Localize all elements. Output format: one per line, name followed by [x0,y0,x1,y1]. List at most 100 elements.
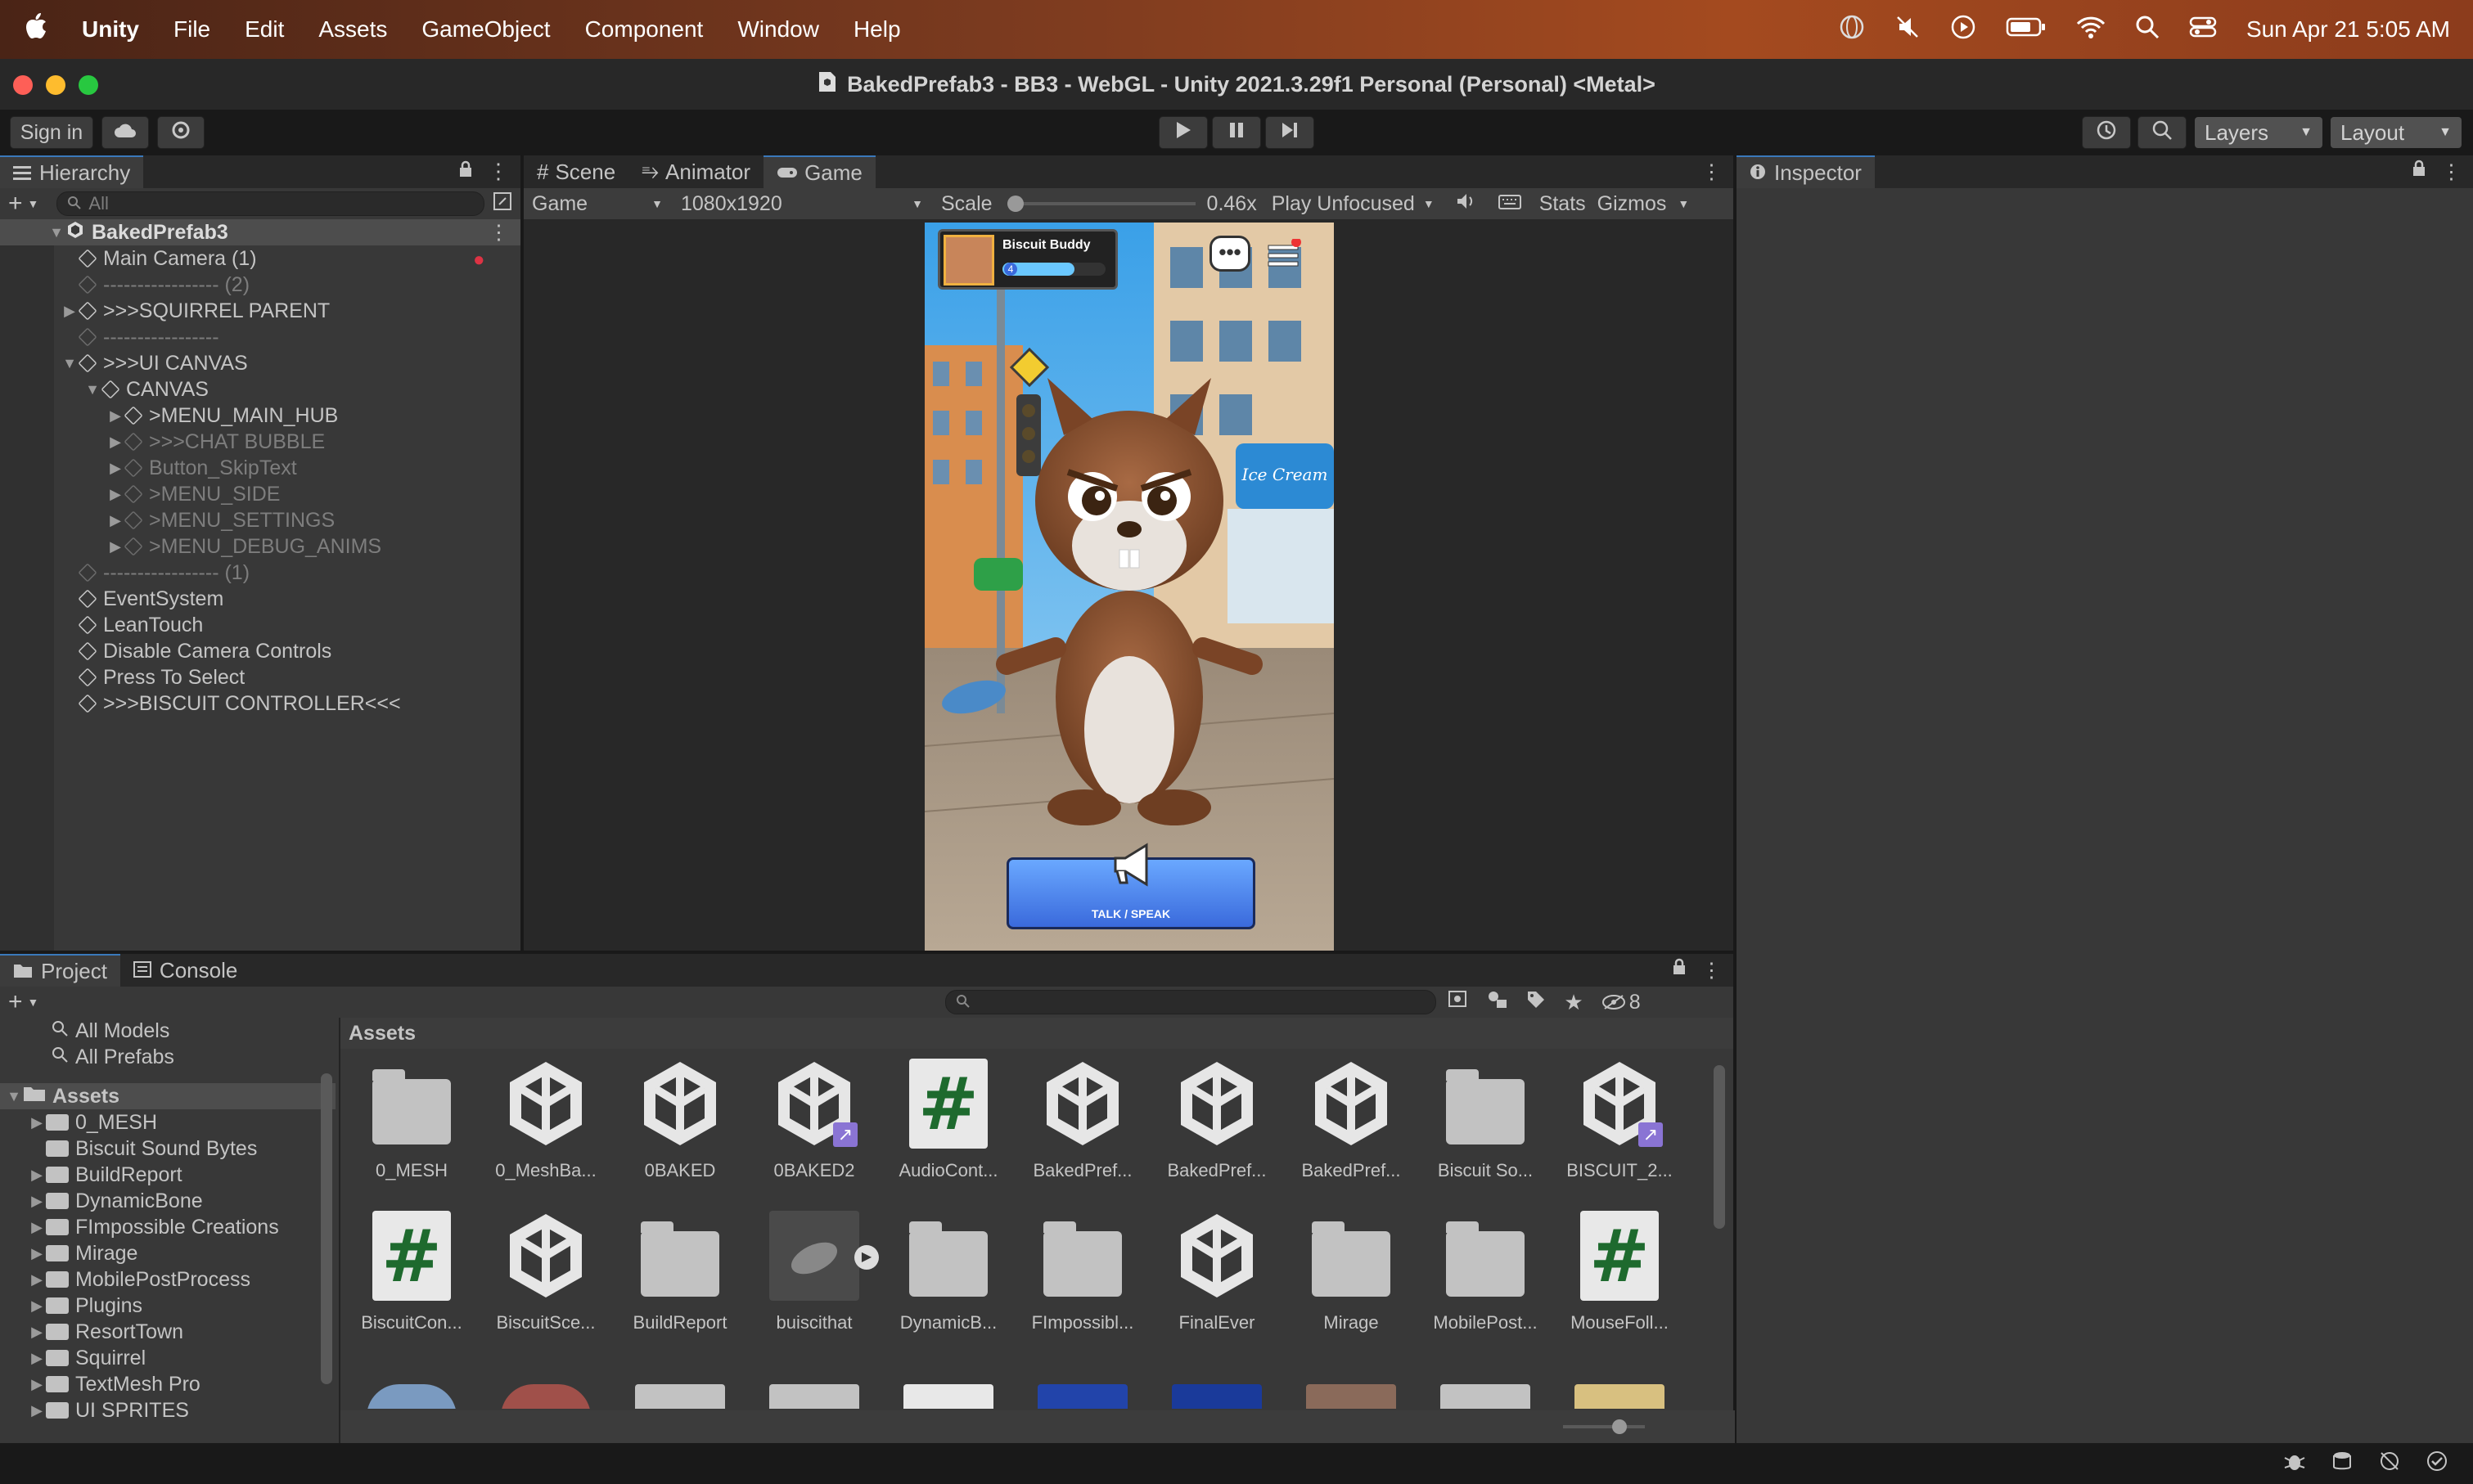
asset-thumbnail-partial[interactable] [1574,1384,1664,1409]
expand-arrow-icon[interactable]: ▼ [5,1088,23,1105]
expand-arrow-icon[interactable]: ▶ [28,1350,46,1367]
more-options-icon[interactable]: ⋮ [1701,160,1722,184]
hierarchy-row[interactable]: ▼ >>>UI CANVAS [0,350,520,376]
asset-item[interactable]: BiscuitSce... [484,1211,607,1333]
game-viewport[interactable]: Ice Cream Biscuit Buddy 4 ••• TALK / SPE… [925,223,1334,951]
battery-icon[interactable] [2006,16,2047,44]
hierarchy-row[interactable]: >>>BISCUIT CONTROLLER<<< [0,690,520,717]
asset-item[interactable]: ↗ 0BAKED2 [753,1059,876,1181]
hierarchy-scene-row[interactable]: ▼ BakedPrefab3 ⋮ [0,219,520,245]
keyboard-icon[interactable] [1498,192,1521,216]
expand-arrow-icon[interactable]: ▶ [28,1245,46,1262]
layers-dropdown[interactable]: Layers ▼ [2195,117,2322,148]
more-options-icon[interactable]: ⋮ [488,160,509,184]
hierarchy-row[interactable]: ----------------- (2) [0,272,520,298]
asset-item[interactable]: Mirage [1290,1211,1412,1333]
cloud-button[interactable] [101,116,149,149]
menu-window[interactable]: Window [737,16,819,43]
folder-tree-scrollbar-thumb[interactable] [321,1073,332,1384]
project-folder-item[interactable]: ▶ TextMesh Pro [0,1371,336,1397]
project-folder-item[interactable]: ▶ 0_MESH [0,1109,336,1135]
collab-button[interactable] [157,116,205,149]
expand-arrow-icon[interactable]: ▼ [83,381,101,398]
expand-arrow-icon[interactable]: ▶ [106,512,124,529]
expand-arrow-icon[interactable]: ▶ [106,434,124,451]
stats-button[interactable]: Stats [1539,192,1586,216]
asset-thumbnail-partial[interactable] [1440,1384,1530,1409]
cache-server-icon[interactable] [2331,1450,2354,1478]
hierarchy-row[interactable]: EventSystem [0,586,520,612]
asset-item[interactable]: BuildReport [619,1211,741,1333]
expand-arrow-icon[interactable]: ▶ [106,460,124,477]
tab-hierarchy[interactable]: Hierarchy [0,155,144,188]
expand-arrow-icon[interactable]: ▶ [28,1271,46,1288]
breadcrumb-assets[interactable]: Assets [349,1022,416,1046]
menu-file[interactable]: File [173,16,210,43]
hamburger-menu-icon[interactable] [1265,237,1301,272]
asset-item[interactable]: # MouseFoll... [1558,1211,1681,1333]
spotlight-search-icon[interactable] [2135,15,2160,45]
asset-grid-scrollbar[interactable] [1714,1057,1725,1401]
expand-arrow-icon[interactable]: ▶ [28,1219,46,1236]
zoom-window-button[interactable] [79,75,98,95]
asset-item[interactable]: BakedPref... [1155,1059,1278,1181]
check-icon[interactable] [2426,1450,2448,1478]
asset-item[interactable]: BakedPref... [1021,1059,1144,1181]
asset-thumbnail-partial[interactable] [903,1384,993,1409]
asset-item[interactable]: 0BAKED [619,1059,741,1181]
favorite-star-icon[interactable]: ★ [1564,990,1583,1015]
project-folder-item[interactable]: Biscuit Sound Bytes [0,1135,336,1162]
wifi-icon[interactable] [2076,16,2106,44]
tab-console[interactable]: Console [120,954,250,987]
asset-item[interactable]: # BiscuitCon... [350,1211,473,1333]
play-mode-dropdown[interactable]: Play Unfocused ▼ [1272,192,1435,216]
project-folder-item[interactable]: ▶ UI SPRITES [0,1397,336,1423]
more-options-icon[interactable]: ⋮ [489,220,509,245]
tab-inspector[interactable]: Inspector [1737,155,1875,188]
menu-edit[interactable]: Edit [245,16,284,43]
expand-arrow-icon[interactable]: ▶ [28,1376,46,1393]
scale-slider[interactable] [1007,191,1196,216]
hierarchy-row[interactable]: ▶ >MENU_SETTINGS [0,507,520,533]
gizmos-button[interactable]: Gizmos [1597,192,1667,216]
asset-thumbnail-partial[interactable] [769,1384,859,1409]
asset-thumbnail-partial[interactable] [1306,1384,1396,1409]
expand-arrow-icon[interactable]: ▶ [28,1402,46,1419]
folder-tree-scrollbar[interactable] [321,1026,332,1435]
hierarchy-row[interactable]: ▶ >MENU_DEBUG_ANIMS [0,533,520,560]
play-status-icon[interactable] [1950,14,1976,46]
asset-item[interactable]: ↗ BISCUIT_2... [1558,1059,1681,1181]
hierarchy-row[interactable]: Disable Camera Controls [0,638,520,664]
favorite-all-models[interactable]: All Models [0,1018,336,1044]
project-search-input[interactable] [945,990,1437,1014]
expand-arrow-icon[interactable]: ▶ [28,1114,46,1131]
apple-menu-icon[interactable] [23,12,47,47]
chat-icon[interactable]: ••• [1209,236,1250,272]
globe-icon[interactable] [1839,14,1865,46]
player-card[interactable]: Biscuit Buddy 4 [938,229,1118,290]
hierarchy-row[interactable]: ▶ >MENU_MAIN_HUB [0,402,520,429]
minimize-window-button[interactable] [46,75,65,95]
asset-item[interactable]: 0_MESH [350,1059,473,1181]
asset-item[interactable]: Biscuit So... [1424,1059,1547,1181]
menu-help[interactable]: Help [854,16,901,43]
control-center-icon[interactable] [2189,16,2217,44]
scale-slider-handle[interactable] [1007,196,1024,212]
project-folder-item[interactable]: ▶ DynamicBone [0,1188,336,1214]
expand-arrow-icon[interactable]: ▼ [47,224,65,241]
menu-assets[interactable]: Assets [318,16,387,43]
hierarchy-row[interactable]: ▶ >MENU_SIDE [0,481,520,507]
asset-thumbnail-partial[interactable] [367,1384,457,1409]
network-icon[interactable] [2378,1450,2401,1478]
asset-item[interactable]: FinalEver [1155,1211,1278,1333]
layout-dropdown[interactable]: Layout ▼ [2331,117,2462,148]
close-window-button[interactable] [13,75,33,95]
hierarchy-row[interactable]: ▶ >>>SQUIRREL PARENT [0,298,520,324]
expand-arrow-icon[interactable]: ▶ [106,486,124,503]
project-folder-item[interactable]: ▶ Squirrel [0,1345,336,1371]
tab-animator[interactable]: ⥱ Animator [628,155,764,188]
asset-item[interactable]: MobilePost... [1424,1211,1547,1333]
hidden-packages-icon[interactable]: 8 [1601,991,1641,1014]
expand-arrow-icon[interactable]: ▶ [61,303,79,320]
mute-icon[interactable] [1894,14,1921,46]
